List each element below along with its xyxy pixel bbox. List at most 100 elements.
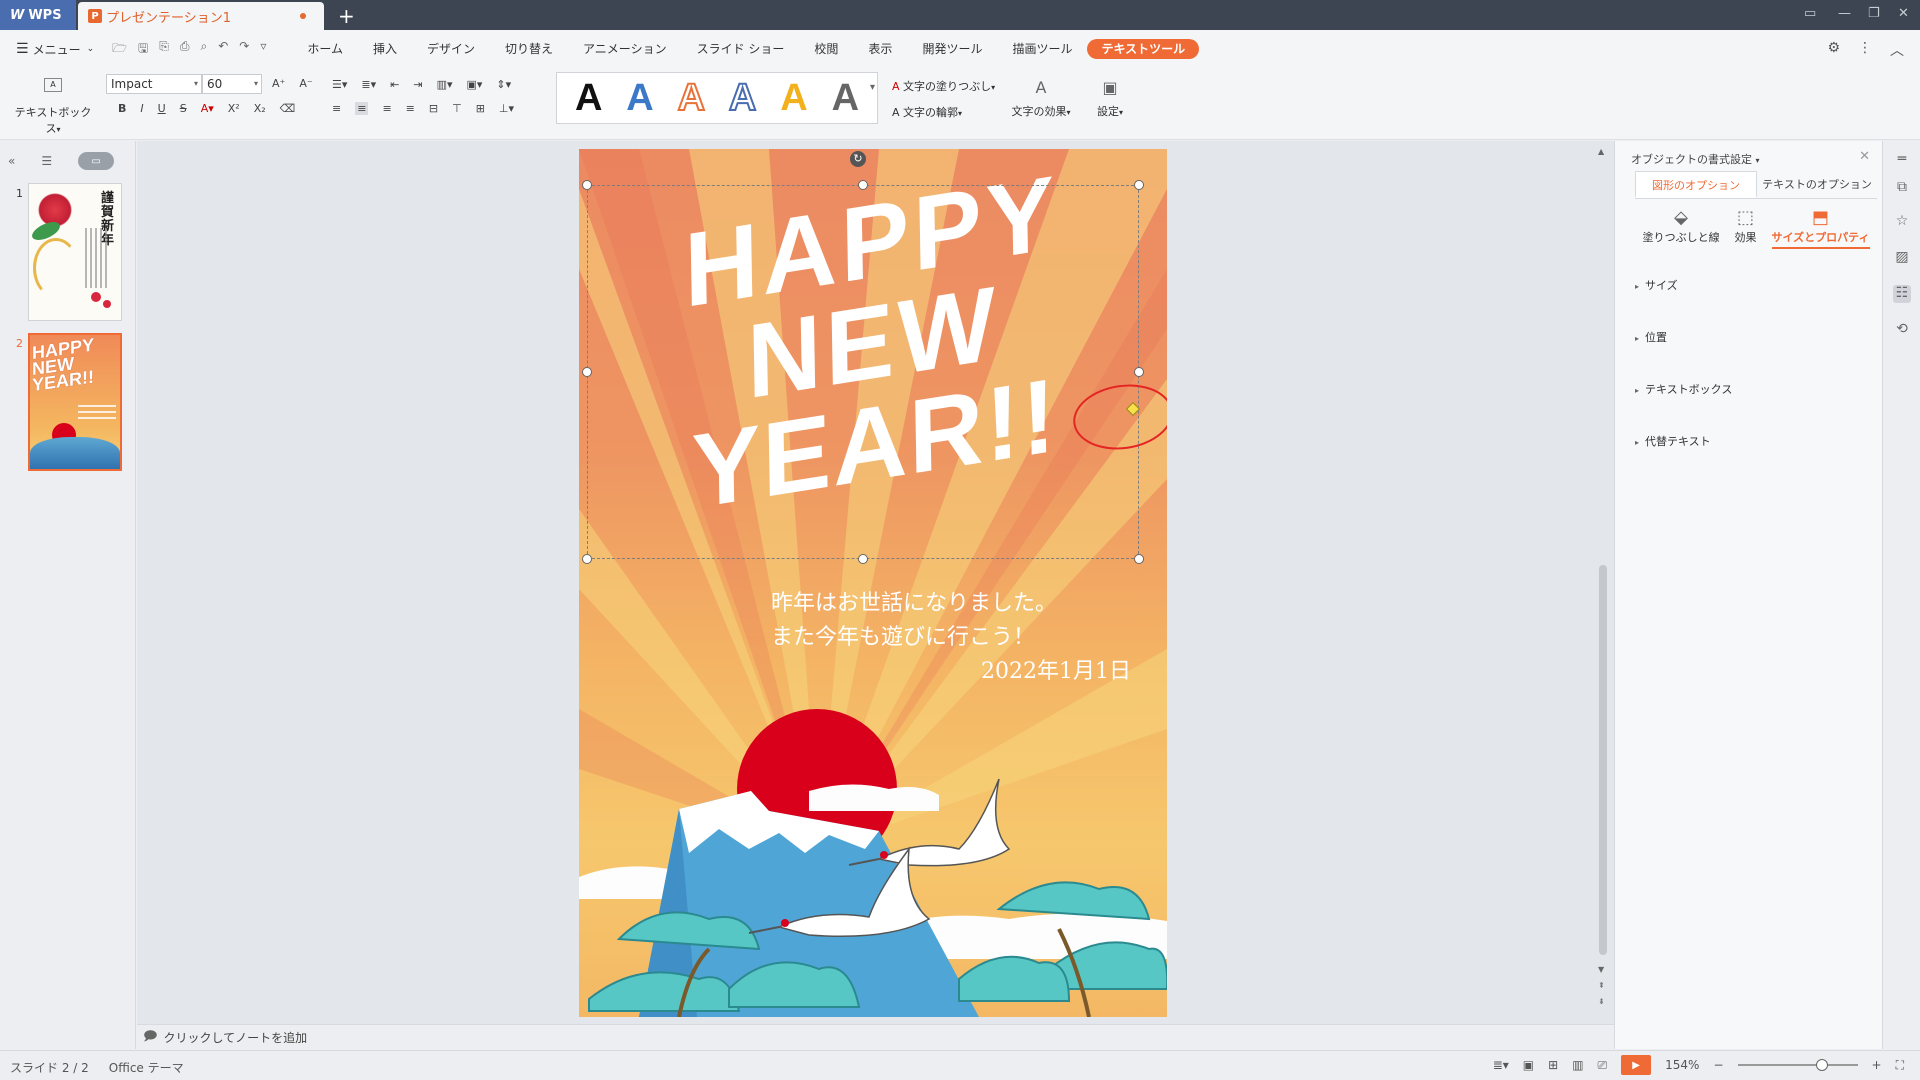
text-effects-button[interactable]: A 文字の効果▾ [1006,78,1076,119]
minimize-icon[interactable]: — [1838,6,1851,21]
align-top-icon[interactable]: ⊤ [452,102,462,115]
increase-indent-icon[interactable]: ⇥ [413,78,422,91]
tab-review[interactable]: 校閲 [799,30,853,68]
justify-icon[interactable]: ≡ [406,102,415,115]
text-direction-icon[interactable]: ▣▾ [467,78,483,91]
collapse-pane-icon[interactable]: « [8,154,15,168]
scroll-up-icon[interactable]: ▲ [1598,147,1604,156]
normal-view-icon[interactable]: ▣ [1523,1058,1534,1072]
slide-thumbnail-1[interactable]: 謹賀新年 [28,183,122,321]
duplicate-icon[interactable]: ⧉ [1893,179,1911,197]
bullets-icon[interactable]: ☰▾ [332,78,347,91]
zoom-in-icon[interactable]: + [1872,1058,1882,1072]
tab-transitions[interactable]: 切り替え [490,30,568,68]
greeting-text[interactable]: 昨年はお世話になりました。 また今年も遊びに行こう！ 2022年1月1日 [771,587,1131,689]
settings-button[interactable]: ▣ 設定▾ [1090,78,1130,119]
resize-handle-bottom-right[interactable] [1134,554,1144,564]
align-text-icon[interactable]: ⊥▾ [499,102,514,115]
gallery-more-icon[interactable]: ▾ [870,82,875,93]
tab-animations[interactable]: アニメーション [568,30,682,68]
fit-window-icon[interactable]: ⛶ [1896,1058,1904,1073]
style-blue[interactable]: A [626,79,653,117]
size-properties-option[interactable]: ⬒ サイズとプロパティ [1771,207,1870,249]
font-name-select[interactable]: Impact ▾ [106,74,202,94]
properties-icon[interactable]: ☷ [1893,285,1911,303]
fill-and-line-option[interactable]: ⬙ 塗りつぶしと線 [1642,207,1719,249]
resize-handle-right[interactable] [1134,367,1144,377]
underline-icon[interactable]: U [158,102,166,115]
image-icon[interactable]: ▨ [1893,249,1911,267]
notes-toggle-icon[interactable]: ≣▾ [1493,1058,1509,1072]
play-slideshow-button[interactable]: ▶ [1621,1055,1652,1075]
scrollbar-thumb[interactable] [1599,565,1607,955]
document-tab[interactable]: P プレゼンテーション1 [78,2,324,30]
collapse-ribbon-icon[interactable]: ︿ [1890,40,1904,60]
grow-font-icon[interactable]: A⁺ [272,77,285,90]
thumbnail-view-toggle[interactable]: ▭ [78,152,115,170]
font-size-select[interactable]: 60 ▾ [202,74,262,94]
align-center-icon[interactable]: ≡ [355,102,369,115]
slide-canvas[interactable]: HAPPY NEW YEAR!! 昨年はお世話になりました。 また今年も遊びに行… [579,149,1167,1017]
textbox-button[interactable]: A テキストボックス▾ [12,78,94,136]
slide-sorter-icon[interactable]: ⊞ [1548,1058,1558,1072]
main-menu-button[interactable]: ☰ メニュー ⌄ [16,41,94,58]
resize-handle-bottom[interactable] [858,554,868,564]
star-icon[interactable]: ☆ [1893,213,1911,231]
zoom-out-icon[interactable]: − [1713,1058,1723,1072]
save-as-icon[interactable]: ⎘ [159,39,169,60]
resize-handle-top-left[interactable] [582,180,592,190]
align-middle-icon[interactable]: ⊞ [476,102,485,115]
save-icon[interactable]: 🖫 [138,39,148,60]
panel-close-icon[interactable]: ✕ [1859,149,1870,164]
tab-design[interactable]: デザイン [412,30,490,68]
tab-slideshow[interactable]: スライド ショー [682,30,800,68]
tab-developer[interactable]: 開発ツール [907,30,997,68]
redo-icon[interactable]: ↷ [239,39,249,60]
distribute-icon[interactable]: ⊟ [429,102,438,115]
print-icon[interactable]: ⎙ [180,39,190,60]
panel-title[interactable]: オブジェクトの書式設定 ▾ [1631,151,1760,167]
outline-view-icon[interactable]: ☰ [41,154,52,168]
decrease-indent-icon[interactable]: ⇤ [390,78,399,91]
restore-icon[interactable]: ❐ [1868,6,1880,21]
print-preview-icon[interactable]: ⌕ [200,39,207,60]
theme-name[interactable]: Office テーマ [109,1059,184,1076]
resize-handle-top-right[interactable] [1134,180,1144,190]
strikethrough-icon[interactable]: S [180,102,187,115]
tab-insert[interactable]: 挿入 [358,30,412,68]
history-icon[interactable]: ⟲ [1893,321,1911,339]
resize-handle-top[interactable] [858,180,868,190]
section-position[interactable]: ▸ 位置 [1635,329,1667,345]
tab-home[interactable]: ホーム [292,30,358,68]
style-blue-outline[interactable]: A [728,78,757,118]
subscript-icon[interactable]: X₂ [254,102,266,115]
section-size[interactable]: ▸ サイズ [1635,277,1678,293]
prev-slide-icon[interactable]: ⇞ [1598,981,1605,990]
tab-drawing-tools[interactable]: 描画ツール [997,30,1087,68]
line-spacing-icon[interactable]: ⇕▾ [496,78,511,91]
close-icon[interactable]: ✕ [1898,6,1909,21]
zoom-slider[interactable] [1737,1059,1858,1071]
numbering-icon[interactable]: ≣▾ [361,78,376,91]
italic-icon[interactable]: I [140,102,143,115]
resize-handle-left[interactable] [582,367,592,377]
slide-thumbnail-2[interactable]: HAPPY NEW YEAR!! [28,333,122,471]
wps-home-tab[interactable]: W WPS [0,0,76,30]
presenter-view-icon[interactable]: ⎚ [1598,1058,1608,1073]
clear-format-icon[interactable]: ⌫ [280,102,296,115]
columns-icon[interactable]: ▥▾ [437,78,453,91]
new-tab-button[interactable]: + [338,4,355,28]
settings-gear-icon[interactable]: ⚙ [1827,40,1840,60]
notes-bar[interactable]: 🗩 クリックしてノートを追加 [137,1024,1614,1050]
zoom-level[interactable]: 154% [1665,1058,1699,1072]
shrink-font-icon[interactable]: A⁻ [299,77,312,90]
reading-view-icon[interactable]: ▥ [1572,1058,1583,1072]
customize-icon[interactable]: ▿ [260,39,266,60]
section-alt-text[interactable]: ▸ 代替テキスト [1635,433,1711,449]
collapse-strip-icon[interactable]: ═ [1893,151,1911,169]
style-gold[interactable]: A [780,79,807,117]
style-black[interactable]: A [575,79,602,117]
align-right-icon[interactable]: ≡ [382,102,391,115]
tab-text-tools[interactable]: テキストツール [1087,39,1200,59]
undo-icon[interactable]: ↶ [218,39,228,60]
